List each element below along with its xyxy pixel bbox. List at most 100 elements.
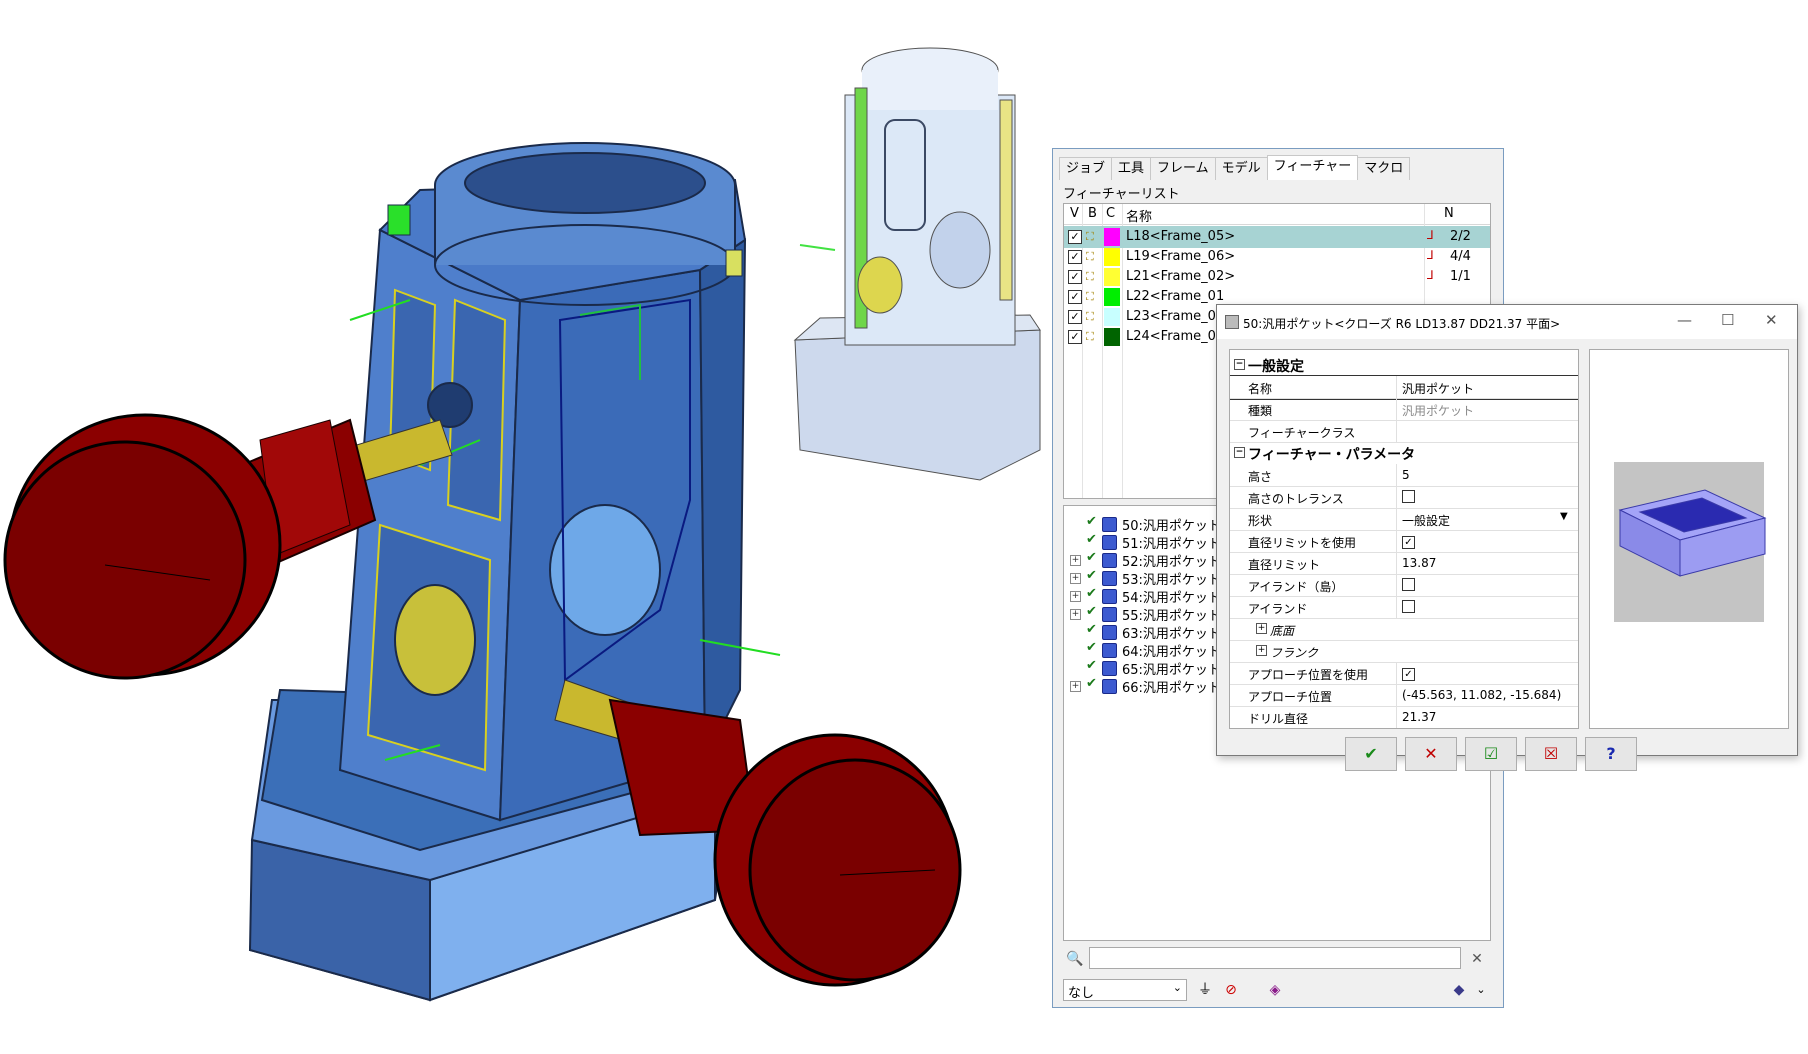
group-params[interactable]: − フィーチャー・パラメータ bbox=[1230, 442, 1578, 464]
parameter-row[interactable]: 高さ 5 bbox=[1230, 464, 1578, 487]
maximize-icon[interactable]: ☐ bbox=[1721, 311, 1734, 329]
filter-select[interactable]: なし ⌄ bbox=[1063, 979, 1187, 1001]
tab-model[interactable]: モデル bbox=[1214, 157, 1268, 180]
expand-icon[interactable]: + bbox=[1070, 609, 1081, 620]
tab-job[interactable]: ジョブ bbox=[1059, 157, 1113, 180]
tab-frame[interactable]: フレーム bbox=[1150, 157, 1216, 180]
parameter-label: 直径リミットを使用 bbox=[1248, 536, 1357, 550]
parameter-row[interactable]: ドリル直径 21.37 bbox=[1230, 706, 1578, 728]
collapse-icon[interactable]: − bbox=[1234, 359, 1245, 370]
parameter-checkbox[interactable]: ✓ bbox=[1402, 668, 1415, 681]
property-row[interactable]: 種類 汎用ポケット bbox=[1230, 398, 1578, 421]
parameter-value[interactable]: 13.87 bbox=[1402, 556, 1436, 570]
ok-button[interactable]: ✔ bbox=[1345, 737, 1397, 771]
clear-icon[interactable]: ✕ bbox=[1465, 948, 1489, 970]
col-n[interactable]: N bbox=[1444, 206, 1454, 221]
property-label: 種類 bbox=[1248, 404, 1273, 418]
pocket-preview-image bbox=[1614, 462, 1767, 622]
visibility-checkbox[interactable]: ✓ bbox=[1068, 270, 1082, 284]
parameter-label: アイランド（島） bbox=[1248, 580, 1344, 594]
search-input[interactable] bbox=[1089, 947, 1461, 969]
feature-row[interactable]: ✓ ⛶ L18<Frame_05> ⅃ 2/2 bbox=[1064, 226, 1490, 248]
dropdown-arrow-icon[interactable]: ▼ bbox=[1560, 511, 1568, 522]
close-icon[interactable]: ✕ bbox=[1765, 311, 1778, 329]
help-button[interactable]: ? bbox=[1585, 737, 1637, 771]
parameter-value[interactable]: 21.37 bbox=[1402, 710, 1436, 724]
feature-name: L19<Frame_06> bbox=[1126, 249, 1236, 264]
gem-icon[interactable]: ◈ bbox=[1263, 979, 1287, 1001]
parameter-checkbox[interactable] bbox=[1402, 578, 1415, 591]
feature-count: 4/4 bbox=[1450, 249, 1471, 264]
color-swatch[interactable] bbox=[1104, 308, 1120, 326]
parameter-row[interactable]: アプローチ位置を使用 ✓ bbox=[1230, 662, 1578, 685]
frame-axis-icon: ⅃ bbox=[1427, 228, 1434, 242]
parameter-checkbox[interactable] bbox=[1402, 490, 1415, 503]
property-row[interactable]: フィーチャークラス bbox=[1230, 420, 1578, 443]
parameter-label: 高さ bbox=[1248, 470, 1273, 484]
frame-axis-icon: ⅃ bbox=[1427, 268, 1434, 282]
parameter-group-label: フランク bbox=[1270, 646, 1319, 660]
parameter-checkbox[interactable] bbox=[1402, 600, 1415, 613]
search-icon[interactable]: 🔍 bbox=[1063, 948, 1087, 970]
parameter-label: アプローチ位置を使用 bbox=[1248, 668, 1369, 682]
visibility-checkbox[interactable]: ✓ bbox=[1068, 310, 1082, 324]
feature-row[interactable]: ✓ ⛶ L21<Frame_02> ⅃ 1/1 bbox=[1064, 266, 1490, 288]
cancel-button[interactable]: ✕ bbox=[1405, 737, 1457, 771]
color-swatch[interactable] bbox=[1104, 268, 1120, 286]
color-swatch[interactable] bbox=[1104, 288, 1120, 306]
expand-icon[interactable]: + bbox=[1256, 623, 1267, 634]
reset-button[interactable]: ☒ bbox=[1525, 737, 1577, 771]
feature-name: L24<Frame_04 bbox=[1126, 329, 1225, 344]
visibility-checkbox[interactable]: ✓ bbox=[1068, 290, 1082, 304]
property-row[interactable]: 名称 汎用ポケット bbox=[1230, 375, 1578, 400]
parameter-checkbox[interactable]: ✓ bbox=[1402, 536, 1415, 549]
feature-row[interactable]: ✓ ⛶ L19<Frame_06> ⅃ 4/4 bbox=[1064, 246, 1490, 268]
collapse-icon[interactable]: − bbox=[1234, 447, 1245, 458]
parameter-row[interactable]: + フランク bbox=[1230, 640, 1578, 663]
parameter-select-value[interactable]: 一般設定 bbox=[1402, 512, 1450, 529]
col-b[interactable]: B bbox=[1088, 206, 1097, 221]
parameter-row[interactable]: アプローチ位置 (-45.563, 11.082, -15.684) bbox=[1230, 684, 1578, 707]
col-c[interactable]: C bbox=[1106, 206, 1115, 221]
expand-icon[interactable]: + bbox=[1070, 555, 1081, 566]
checkmark-icon: ✔ bbox=[1086, 622, 1097, 637]
filter-icon[interactable]: ⏚ bbox=[1193, 979, 1217, 1001]
expand-icon[interactable]: + bbox=[1070, 573, 1081, 584]
color-swatch[interactable] bbox=[1104, 228, 1120, 246]
group-general-label: 一般設定 bbox=[1248, 359, 1304, 375]
color-swatch[interactable] bbox=[1104, 248, 1120, 266]
parameter-row[interactable]: 直径リミットを使用 ✓ bbox=[1230, 530, 1578, 553]
expand-icon[interactable]: + bbox=[1070, 591, 1081, 602]
color-swatch[interactable] bbox=[1104, 328, 1120, 346]
parameter-row[interactable]: アイランド bbox=[1230, 596, 1578, 619]
parameter-row[interactable]: 高さのトレランス bbox=[1230, 486, 1578, 509]
tab-macro[interactable]: マクロ bbox=[1357, 157, 1411, 180]
tab-tool[interactable]: 工具 bbox=[1111, 157, 1152, 180]
apply-button[interactable]: ☑ bbox=[1465, 737, 1517, 771]
pocket-feature-icon bbox=[1102, 553, 1117, 568]
parameter-row[interactable]: 形状 一般設定 ▼ bbox=[1230, 508, 1578, 531]
parameter-row[interactable]: アイランド（島） bbox=[1230, 574, 1578, 597]
filter-off-icon[interactable]: ⊘ bbox=[1219, 979, 1243, 1001]
feature-property-dialog: 50:汎用ポケット<クローズ R6 LD13.87 DD21.37 平面> — … bbox=[1216, 304, 1798, 771]
expand-icon[interactable]: + bbox=[1070, 681, 1081, 692]
checkmark-icon: ✔ bbox=[1086, 514, 1097, 529]
bottom-toolbar: なし ⌄ ⏚ ⊘ ◈ ◆ ⌄ bbox=[1063, 977, 1491, 1003]
color-icon[interactable]: ◆ bbox=[1447, 979, 1471, 1001]
tab-feature[interactable]: フィーチャー bbox=[1266, 155, 1359, 180]
expand-icon[interactable]: + bbox=[1256, 645, 1267, 656]
visibility-checkbox[interactable]: ✓ bbox=[1068, 330, 1082, 344]
dialog-titlebar: 50:汎用ポケット<クローズ R6 LD13.87 DD21.37 平面> — … bbox=[1217, 305, 1797, 339]
parameter-value[interactable]: (-45.563, 11.082, -15.684) bbox=[1402, 688, 1561, 702]
col-v[interactable]: V bbox=[1070, 206, 1079, 221]
group-general[interactable]: − 一般設定 bbox=[1230, 354, 1578, 376]
visibility-checkbox[interactable]: ✓ bbox=[1068, 250, 1082, 264]
parameter-row[interactable]: + 底面 bbox=[1230, 618, 1578, 641]
property-value[interactable]: 汎用ポケット bbox=[1402, 380, 1474, 397]
minimize-icon[interactable]: — bbox=[1677, 311, 1692, 329]
col-name[interactable]: 名称 bbox=[1126, 206, 1152, 225]
chevron-down-icon[interactable]: ⌄ bbox=[1469, 979, 1493, 1001]
parameter-row[interactable]: 直径リミット 13.87 bbox=[1230, 552, 1578, 575]
parameter-value[interactable]: 5 bbox=[1402, 468, 1410, 482]
visibility-checkbox[interactable]: ✓ bbox=[1068, 230, 1082, 244]
